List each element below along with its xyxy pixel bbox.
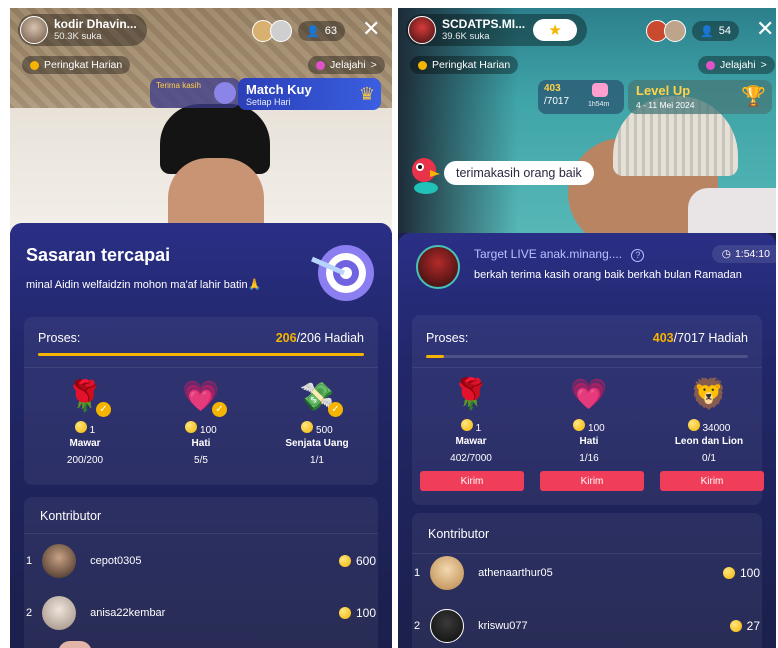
crown-icon [30,60,39,70]
chat-overlay-message: terimakasih orang baik [444,161,594,185]
host-likes: 39.6K suka [442,31,490,42]
progress-label: Proses: [426,331,469,345]
check-icon: ✓ [212,402,227,417]
top-bar: kodir Dhavin... 50.3K suka 👤 63 ✕ [10,8,392,52]
kirim-button[interactable]: Kirim [660,471,764,491]
progress-value: 206/206 Hadiah [275,331,364,345]
explore-icon [316,60,325,70]
progress-bar [38,353,364,356]
crown-icon: ♛ [358,84,375,104]
star-icon: ★ [548,22,562,39]
host-avatar[interactable] [20,16,48,44]
gift-item-mawar[interactable]: 🌹 ✓ 1 Mawar 200/200 [30,379,140,466]
target-description: berkah terima kasih orang baik berkah bu… [474,269,742,281]
avatar [430,556,465,590]
avatar [42,596,77,630]
live-panel-right: SCDATPS.MI... 39.6K suka ★ 👤 54 ✕ Pering… [398,8,776,648]
coin-icon [338,555,351,567]
goal-title: Sasaran tercapai [26,245,171,265]
contributors-title: Kontributor [40,509,102,523]
gift-item-senjata-uang[interactable]: 💸 ✓ 500 Senjata Uang 1/1 [262,379,372,466]
host-name: SCDATPS.MI... [442,17,526,31]
host-profile[interactable]: kodir Dhavin... 50.3K suka [18,14,147,46]
person-icon: 👤 [700,25,714,38]
level-up-banner[interactable]: Level Up 4 - 11 Mei 2024 🏆 [628,80,772,114]
list-item[interactable]: 1 cepot0305 600 [26,541,376,581]
heart-icon: 💗 [570,378,608,411]
clock-icon: ◷ [721,248,731,260]
trophy-icon: 🏆 [741,86,766,108]
person-icon: 👤 [306,25,320,38]
progress-box: Proses: 403/7017 Hadiah 🌹 1 Mawar 402/70… [412,315,764,505]
coin-icon [722,567,735,579]
follow-star-button[interactable]: ★ [533,19,578,41]
progress-box: Proses: 206/206 Hadiah 🌹 ✓ 1 Mawar 200/20… [24,317,378,485]
gift-item-leon-dan-lion[interactable]: 🦁 34000 Leon dan Lion 0/1 [654,377,764,464]
bird-mascot-icon [410,152,442,196]
viewer-avatars[interactable]: 👤 54 [646,20,739,42]
progress-bar [426,355,748,358]
gift-item-hati[interactable]: 💗 ✓ 100 Hati 5/5 [146,379,256,466]
check-icon: ✓ [96,402,111,417]
viewer-count[interactable]: 👤 63 [298,21,345,41]
heart-icon [592,83,608,97]
contributors-title: Kontributor [428,527,490,541]
gift-item-mawar[interactable]: 🌹 1 Mawar 402/7000 [416,377,526,464]
daily-ranking-chip[interactable]: Peringkat Harian [410,56,519,74]
host-avatar[interactable] [408,16,436,44]
thanks-banner[interactable]: Terima kasih [150,78,240,108]
crown-icon [418,60,427,70]
list-item[interactable]: 1 athenaarthur05 100 [414,553,760,593]
explore-icon [706,60,715,70]
list-item[interactable]: 2 anisa22kembar 100 [26,593,376,633]
list-item[interactable]: 2 kriswu077 27 [414,606,760,646]
goal-card: Target LIVE anak.minang.... ? ◷ 1:54:10 b… [398,233,776,648]
target-icon [214,82,236,104]
kirim-button[interactable]: Kirim [540,471,644,491]
chevron-right-icon: > [760,59,767,71]
coin-icon [338,607,351,619]
check-icon: ✓ [328,402,343,417]
avatar [42,544,77,578]
explore-chip[interactable]: Jelajahi > [308,56,385,74]
help-icon[interactable]: ? [631,249,645,262]
host-name: kodir Dhavin... [54,17,137,31]
progress-label: Proses: [38,331,81,345]
chevron-right-icon: > [370,59,377,71]
goal-mini-banner[interactable]: 403 /7017 1h54m [538,80,624,114]
event-banner[interactable]: Match Kuy Setiap Hari ♛ [238,78,381,110]
daily-ranking-chip[interactable]: Peringkat Harian [22,56,131,74]
host-likes: 50.3K suka [54,31,102,42]
target-icon [304,241,374,303]
explore-chip[interactable]: Jelajahi > [698,56,775,74]
viewer-avatars[interactable]: 👤 63 [252,20,345,42]
live-panel-left: kodir Dhavin... 50.3K suka 👤 63 ✕ Pering… [10,8,392,648]
host-avatar[interactable] [416,245,460,289]
goal-description: minal Aidin welfaidzin mohon ma'af lahir… [26,279,262,291]
goal-card: Sasaran tercapai minal Aidin welfaidzin … [10,223,392,648]
avatar [430,609,465,643]
coin-icon [729,620,742,632]
close-icon[interactable]: ✕ [756,18,774,40]
host-profile[interactable]: SCDATPS.MI... 39.6K suka ★ [406,14,588,46]
close-icon[interactable]: ✕ [362,18,380,40]
progress-value: 403/7017 Hadiah [652,331,748,345]
countdown-timer: ◷ 1:54:10 [711,245,776,263]
viewer-count[interactable]: 👤 54 [692,21,739,41]
rose-icon: 🌹 [452,378,490,411]
target-title: Target LIVE anak.minang.... ? [474,247,645,262]
top-bar: SCDATPS.MI... 39.6K suka ★ 👤 54 ✕ [398,8,776,52]
gift-item-hati[interactable]: 💗 100 Hati 1/16 [534,377,644,464]
lion-icon: 🦁 [690,378,728,411]
kirim-button[interactable]: Kirim [420,471,524,491]
